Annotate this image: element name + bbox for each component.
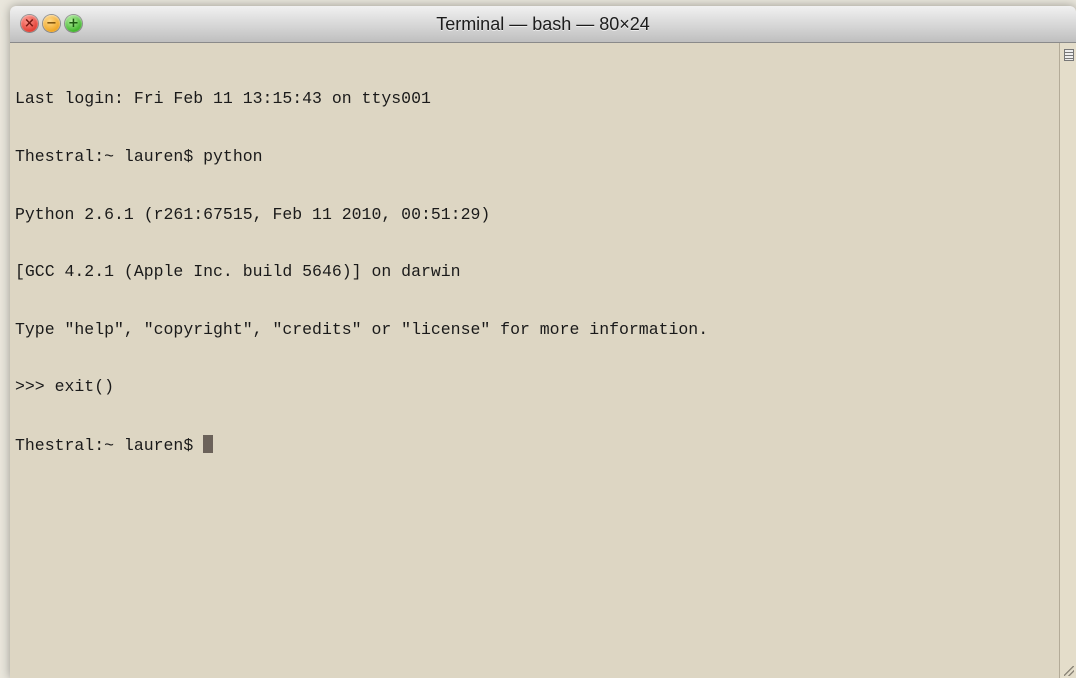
terminal-line: Type "help", "copyright", "credits" or "… <box>15 319 709 339</box>
title-bar[interactable]: × − + Terminal — bash — 80×24 <box>10 6 1076 43</box>
terminal-window: × − + Terminal — bash — 80×24 Last login… <box>10 6 1076 678</box>
resize-grip-icon[interactable] <box>1064 666 1074 676</box>
prompt-line[interactable]: Thestral:~ lauren$ <box>15 434 1060 455</box>
terminal-line: [GCC 4.2.1 (Apple Inc. build 5646)] on d… <box>15 262 461 282</box>
terminal-line: Thestral:~ lauren$ python <box>15 147 263 166</box>
text-cursor <box>203 434 214 453</box>
terminal-line: Last login: Fri Feb 11 13:15:43 on ttys0… <box>15 89 431 109</box>
window-title: Terminal — bash — 80×24 <box>436 14 650 34</box>
terminal-output[interactable]: Last login: Fri Feb 11 13:15:43 on ttys0… <box>10 43 1060 678</box>
terminal-line: >>> exit() <box>15 377 115 397</box>
scrollbar[interactable] <box>1059 43 1076 678</box>
shell-prompt: Thestral:~ lauren$ <box>15 435 204 455</box>
terminal-line: Python 2.6.1 (r261:67515, Feb 11 2010, 0… <box>15 204 491 224</box>
split-pane-icon[interactable] <box>1064 49 1074 61</box>
